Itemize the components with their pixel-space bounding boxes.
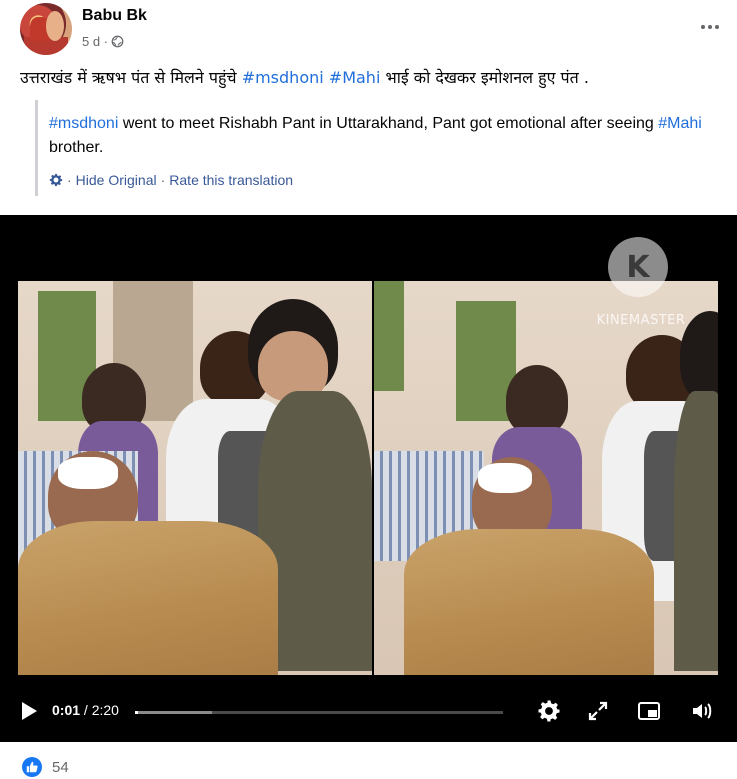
- video-frame-left: [18, 281, 372, 675]
- settings-gear-icon[interactable]: [537, 699, 561, 723]
- translation-text-1: went to meet Rishabh Pant in Uttarakhand…: [118, 115, 659, 132]
- rate-translation-link[interactable]: Rate this translation: [169, 172, 293, 188]
- current-time: 0:01: [52, 702, 81, 718]
- post-text: उत्तराखंड में ऋषभ पंत से मिलने पहुंचे #m…: [20, 66, 589, 88]
- video-frame-right: [374, 281, 718, 675]
- post-text-suffix: भाई को देखकर इमोशनल हुए पंत .: [380, 68, 589, 87]
- author-name[interactable]: Babu Bk: [82, 7, 147, 25]
- kinemaster-text: KINEMASTER: [596, 313, 686, 328]
- post-meta: 5 d ·: [82, 34, 124, 49]
- avatar[interactable]: [20, 3, 72, 55]
- volume-icon[interactable]: [690, 699, 714, 723]
- post-header: Babu Bk 5 d ·: [20, 3, 720, 55]
- gear-icon: [49, 173, 63, 187]
- progress-buffered: [135, 711, 213, 714]
- video-time: 0:01 / 2:20: [52, 702, 119, 718]
- hashtag-msdhoni[interactable]: #msdhoni: [242, 68, 324, 87]
- separator-dot: ·: [67, 172, 72, 188]
- picture-in-picture-icon[interactable]: [637, 699, 661, 723]
- like-count[interactable]: 54: [52, 759, 69, 776]
- translation-block: #msdhoni went to meet Rishabh Pant in Ut…: [35, 100, 715, 196]
- video-controls: 0:01 / 2:20: [0, 682, 737, 742]
- play-icon[interactable]: [20, 701, 38, 721]
- more-options-icon[interactable]: [698, 17, 722, 37]
- translation-text-2: brother.: [49, 139, 104, 156]
- separator-dot: ·: [160, 172, 166, 188]
- duration: / 2:20: [83, 702, 119, 718]
- translation-links: · Hide Original · Rate this translation: [49, 172, 293, 188]
- reactions-bar[interactable]: 54: [22, 756, 69, 778]
- translation-hashtag-mahi[interactable]: #Mahi: [658, 115, 702, 132]
- video-player[interactable]: K KINEMASTER 0:01 / 2:20: [0, 215, 737, 742]
- expand-icon[interactable]: [586, 699, 610, 723]
- globe-icon: [111, 35, 124, 48]
- translation-text: #msdhoni went to meet Rishabh Pant in Ut…: [49, 100, 715, 160]
- kinemaster-watermark: K KINEMASTER: [586, 237, 696, 328]
- hide-original-link[interactable]: Hide Original: [76, 172, 157, 188]
- hashtag-mahi[interactable]: #Mahi: [329, 68, 381, 87]
- progress-fill: [135, 711, 138, 714]
- post-text-prefix: उत्तराखंड में ऋषभ पंत से मिलने पहुंचे: [20, 68, 242, 87]
- translation-hashtag-msdhoni[interactable]: #msdhoni: [49, 115, 118, 132]
- like-icon: [22, 757, 42, 777]
- progress-bar[interactable]: [135, 711, 503, 714]
- post-time[interactable]: 5 d ·: [82, 34, 108, 49]
- kinemaster-logo-icon: K: [608, 237, 668, 297]
